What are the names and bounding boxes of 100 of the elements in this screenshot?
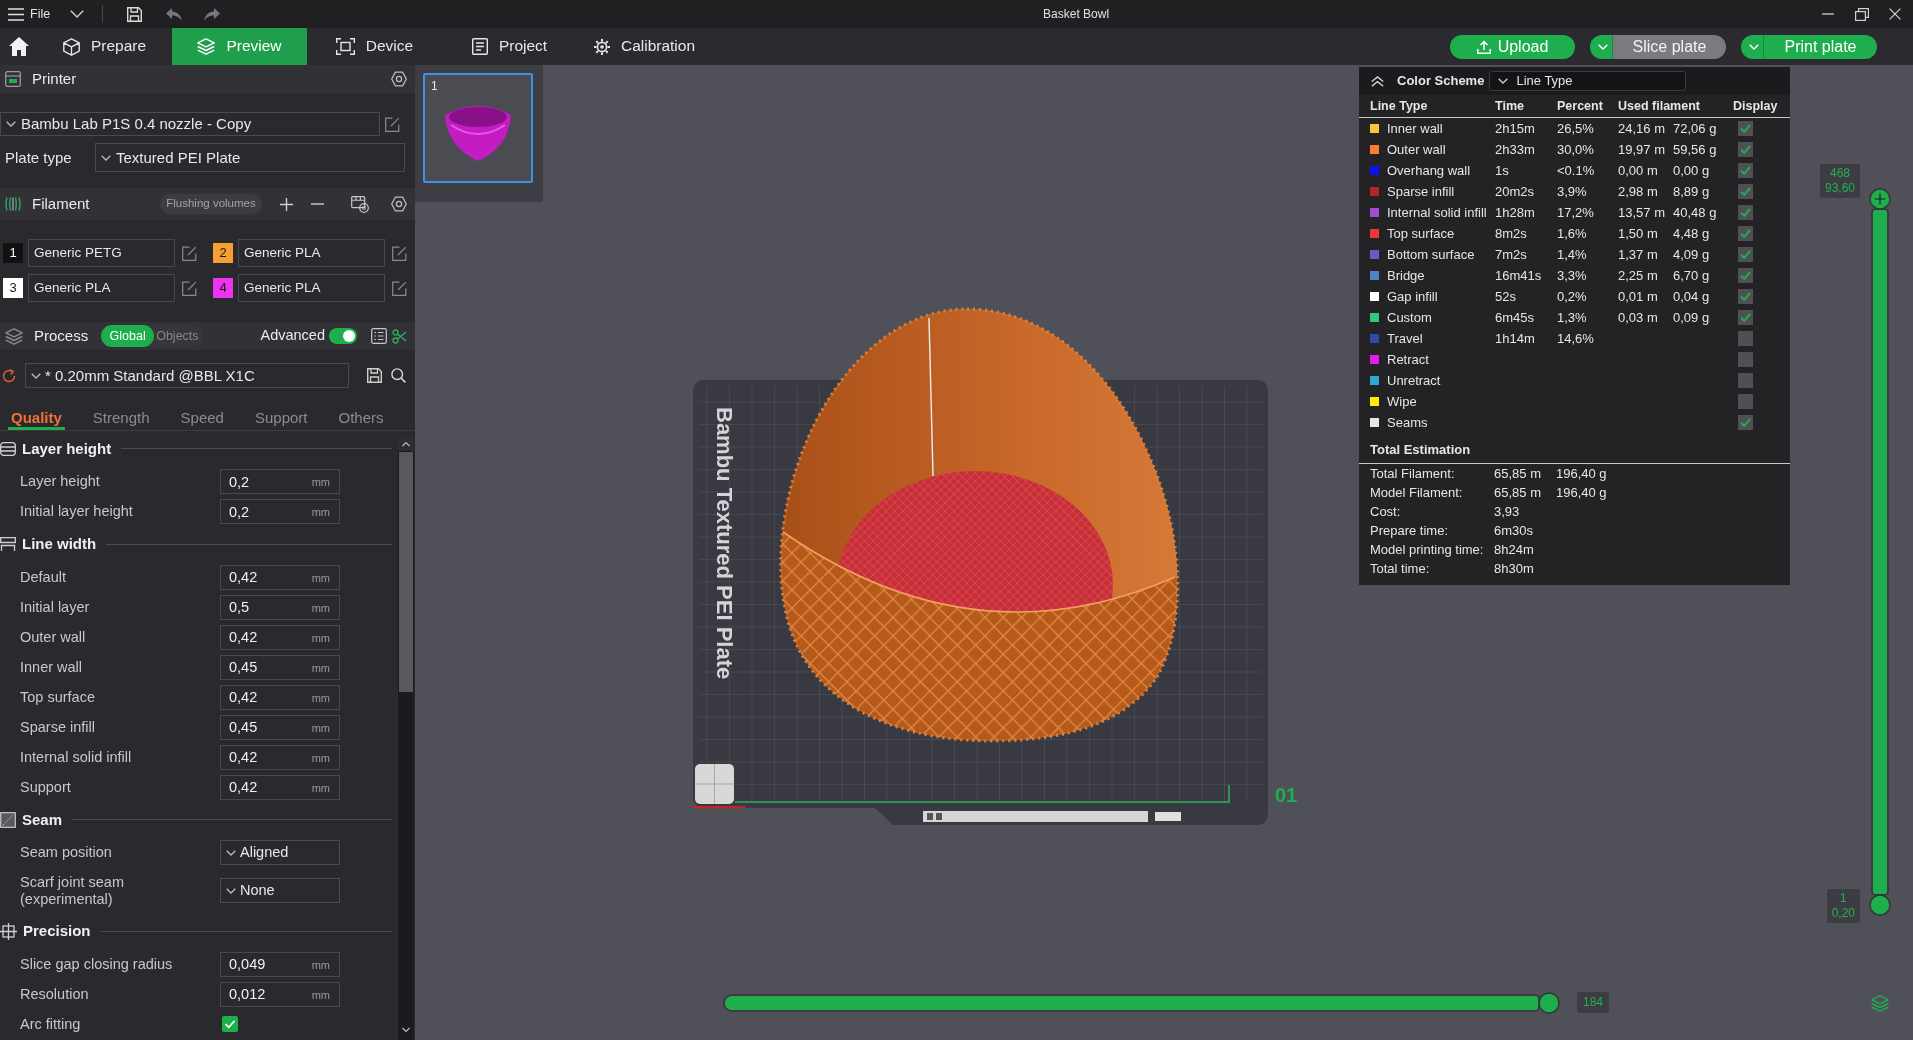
redo-icon[interactable] (204, 7, 221, 21)
edit-icon[interactable] (392, 245, 407, 261)
options-button[interactable] (1741, 34, 1764, 59)
settings-tab[interactable]: Strength (89, 407, 153, 430)
save-icon[interactable] (367, 368, 382, 383)
filament-select[interactable]: Generic PLA (28, 274, 175, 302)
length-value: 2,25 m (1618, 267, 1659, 284)
display-checkbox[interactable] (1738, 268, 1753, 283)
edit-icon[interactable] (392, 280, 407, 296)
filament-color-tag[interactable]: 4 (213, 278, 233, 298)
settings-icon[interactable] (391, 71, 407, 87)
weight-value: 0,09 g (1673, 309, 1711, 326)
cog-icon (593, 38, 610, 55)
edit-icon[interactable] (182, 280, 197, 296)
color-scheme-select[interactable]: Line Type (1489, 71, 1687, 91)
frame-icon (335, 38, 355, 55)
setting-label: Scarf joint seam (experimental) (19, 872, 125, 909)
settings-tab[interactable]: Quality (8, 407, 65, 430)
display-checkbox[interactable] (1738, 289, 1753, 304)
filament-select[interactable]: Generic PETG (28, 239, 175, 267)
flushing-volumes-button[interactable]: Flushing volumes (160, 194, 262, 214)
plate-thumbnail[interactable]: 1 (423, 73, 533, 183)
settings-tab[interactable]: Speed (177, 407, 227, 430)
group-title: Seam (22, 810, 63, 829)
toolbar-tab[interactable]: Prepare (37, 28, 172, 65)
display-checkbox[interactable] (1738, 226, 1753, 241)
home-icon[interactable] (8, 37, 29, 56)
printer-icon (5, 71, 21, 87)
settings-tab[interactable]: Support (251, 407, 311, 430)
display-checkbox[interactable] (1738, 184, 1753, 199)
length-value: 13,57 m (1618, 204, 1666, 221)
slider-thumb[interactable] (1869, 894, 1891, 916)
toolbar-tab[interactable]: Project (442, 28, 577, 65)
total-value: 8h24m (1494, 541, 1535, 558)
chevron-down-icon (226, 887, 236, 894)
file-menu[interactable]: File (8, 4, 51, 24)
filament-select[interactable]: Generic PLA (238, 274, 385, 302)
table-icon[interactable] (351, 195, 369, 213)
chevron-down-icon[interactable] (70, 10, 85, 18)
slider-thumb[interactable] (1869, 188, 1891, 210)
list-icon[interactable] (371, 328, 387, 344)
plate-index: 1 (431, 79, 438, 94)
scrollbar[interactable] (398, 437, 414, 1040)
restore-icon[interactable] (1855, 7, 1869, 21)
display-checkbox[interactable] (1738, 373, 1753, 388)
percent-value: 30,0% (1557, 141, 1595, 158)
total-value: 65,85 m (1494, 465, 1542, 482)
time-value: 1h14m (1495, 330, 1536, 347)
options-button[interactable] (1590, 34, 1613, 59)
option-select[interactable]: Aligned (220, 840, 340, 865)
chevron-down-icon (6, 121, 16, 127)
slider-thumb[interactable] (1538, 992, 1560, 1014)
total-label: Prepare time: (1370, 522, 1450, 539)
setting-label: Outer wall (19, 627, 87, 647)
time-value: 7m2s (1495, 246, 1528, 263)
toolbar-tab[interactable]: Device (307, 28, 442, 65)
toolbar-tab[interactable]: Calibration (577, 28, 712, 65)
filament-color-tag[interactable]: 3 (3, 278, 23, 298)
percent-value: 14,6% (1557, 330, 1595, 347)
percent-value: 1,4% (1557, 246, 1588, 263)
close-icon[interactable] (1889, 8, 1901, 20)
display-checkbox[interactable] (1738, 394, 1753, 409)
settings-tab[interactable]: Others (335, 407, 387, 430)
edit-icon[interactable] (385, 116, 400, 132)
toggle-switch[interactable] (329, 328, 357, 344)
save-icon[interactable] (127, 6, 143, 22)
display-checkbox[interactable] (1738, 163, 1753, 178)
layers-icon[interactable] (1871, 995, 1889, 1012)
setting-label: Seam position (19, 843, 113, 862)
layers-icon (5, 327, 23, 345)
process-preset-select[interactable]: * 0.20mm Standard @BBL X1C (25, 363, 349, 388)
line-type-label: Retract (1387, 351, 1430, 368)
scissors-icon[interactable] (392, 328, 407, 344)
setting-label: Arc fitting (19, 1014, 82, 1034)
refresh-icon[interactable] (2, 368, 16, 383)
filament-color-tag[interactable]: 2 (213, 243, 233, 263)
layer-height-value: 93,60 (1824, 181, 1855, 196)
percent-value: 0,2% (1557, 288, 1588, 305)
plate-type-select[interactable]: Textured PEI Plate (95, 143, 405, 172)
display-checkbox[interactable] (1738, 247, 1753, 262)
display-checkbox[interactable] (1738, 310, 1753, 325)
plus-icon[interactable] (280, 197, 293, 211)
collapse-icon[interactable] (1371, 75, 1384, 87)
display-checkbox[interactable] (1738, 142, 1753, 157)
printer-select[interactable]: Bambu Lab P1S 0.4 nozzle - Copy (0, 112, 380, 136)
settings-icon[interactable] (391, 196, 407, 212)
undo-icon[interactable] (166, 7, 183, 21)
filament-color-tag[interactable]: 1 (3, 243, 23, 263)
option-select[interactable]: None (220, 878, 340, 903)
checkbox[interactable] (222, 1016, 238, 1032)
search-icon[interactable] (391, 368, 406, 383)
display-checkbox[interactable] (1738, 352, 1753, 367)
display-checkbox[interactable] (1738, 331, 1753, 346)
edit-icon[interactable] (182, 245, 197, 261)
total-label: Cost: (1370, 503, 1402, 520)
display-checkbox[interactable] (1738, 121, 1753, 136)
weight-value: 4,09 g (1673, 246, 1711, 263)
filament-select[interactable]: Generic PLA (238, 239, 385, 267)
display-checkbox[interactable] (1738, 205, 1753, 220)
display-checkbox[interactable] (1738, 415, 1753, 430)
